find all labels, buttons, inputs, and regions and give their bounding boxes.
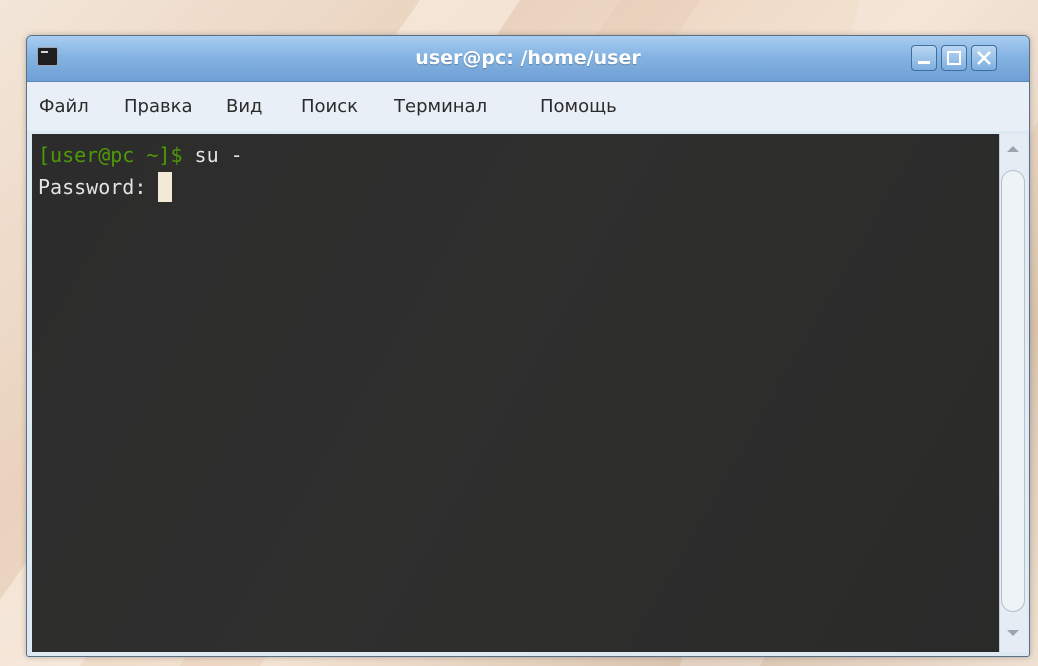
maximize-button[interactable] [941,45,967,71]
close-icon [977,51,991,65]
vertical-scrollbar[interactable] [999,134,1027,652]
menu-edit[interactable]: Правка [124,82,193,131]
password-prompt: Password: [38,175,159,199]
terminal-window: user@pc: /home/user Файл Правка Вид Поис… [26,35,1030,657]
menu-search[interactable]: Поиск [301,82,358,131]
minimize-button[interactable] [911,45,937,71]
shell-prompt: [user@pc ~]$ [38,143,183,167]
menu-help[interactable]: Помощь [540,82,617,131]
scroll-down-arrow-icon[interactable] [1007,630,1019,636]
menu-file[interactable]: Файл [39,82,89,131]
scroll-up-arrow-icon[interactable] [1007,146,1019,152]
terminal-line: Password: [38,172,173,202]
close-button[interactable] [971,45,997,71]
text-cursor [158,172,173,202]
menu-terminal[interactable]: Терминал [394,82,487,131]
command-text: su - [182,143,243,167]
scrollbar-thumb[interactable] [1001,170,1025,612]
menu-bar: Файл Правка Вид Поиск Терминал Помощь [27,82,1029,131]
terminal-line: [user@pc ~]$ su - [38,140,243,170]
window-title: user@pc: /home/user [415,47,641,69]
terminal-output[interactable]: [user@pc ~]$ su - Password: [32,134,999,652]
title-bar[interactable]: user@pc: /home/user [27,36,1029,82]
menu-view[interactable]: Вид [226,82,263,131]
